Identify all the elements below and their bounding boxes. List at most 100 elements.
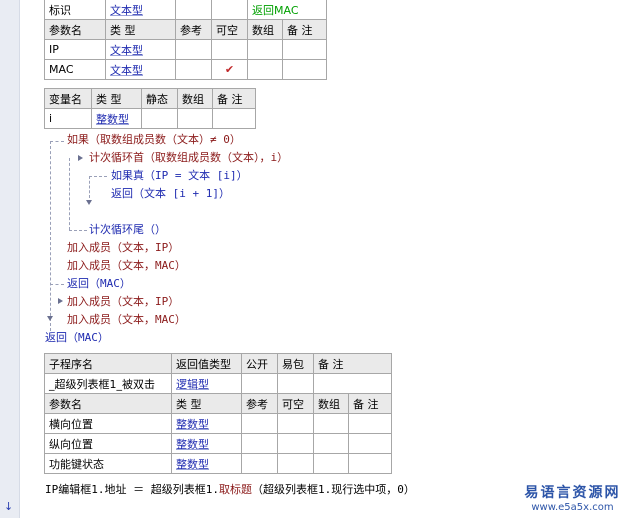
param-type[interactable]: 整数型 xyxy=(171,453,242,474)
code-line-assign[interactable]: IP编辑框1.地址 ＝ 超级列表框1.取标题（超级列表框1.现行选中项，0） xyxy=(45,483,415,497)
flow-guide xyxy=(89,176,107,177)
param-type[interactable]: 文本型 xyxy=(105,59,176,80)
code-line-loop-end[interactable]: 计次循环尾（） xyxy=(89,223,166,237)
var-type[interactable]: 整数型 xyxy=(91,108,142,129)
col-header: 备 注 xyxy=(282,19,327,40)
cell[interactable] xyxy=(241,433,278,454)
param-array[interactable] xyxy=(247,39,283,60)
code-line-return-mac[interactable]: 返回（MAC） xyxy=(45,331,109,345)
col-header: 数组 xyxy=(177,88,213,109)
watermark-url: www.e5a5x.com xyxy=(531,502,614,513)
cell[interactable] xyxy=(175,0,212,20)
param-note[interactable] xyxy=(282,39,327,60)
col-header: 变量名 xyxy=(44,88,92,109)
param-type[interactable]: 整数型 xyxy=(171,413,242,434)
var-note[interactable] xyxy=(212,108,256,129)
sub-note[interactable] xyxy=(313,373,392,394)
col-header: 参数名 xyxy=(44,393,172,414)
watermark-title: 易语言资源网 xyxy=(524,485,621,501)
sub-pkg[interactable] xyxy=(277,373,314,394)
arrow-down-icon xyxy=(47,316,53,321)
flow-guide xyxy=(50,284,64,285)
table-row: i 整数型 xyxy=(44,108,256,129)
sub-return-type[interactable]: 逻辑型 xyxy=(171,373,242,394)
param-type[interactable]: 整数型 xyxy=(171,433,242,454)
table-header-row: 子程序名 返回值类型 公开 易包 备 注 xyxy=(44,353,392,374)
checkmark-icon[interactable]: ✔ xyxy=(211,59,248,80)
code-line-return[interactable]: 返回（文本 [i + 1]） xyxy=(111,187,230,201)
method-args: （超级列表框1.现行选中项，0） xyxy=(251,483,415,496)
code-line-if[interactable]: 如果（取数组成员数（文本）≠ 0） xyxy=(67,133,241,147)
param-array[interactable] xyxy=(247,59,283,80)
param-name[interactable]: 纵向位置 xyxy=(44,433,172,454)
code-line-loop-start[interactable]: 计次循环首（取数组成员数（文本），i） xyxy=(89,151,288,165)
code-line-add-mac[interactable]: 加入成员（文本，MAC） xyxy=(67,313,186,327)
param-name[interactable]: MAC xyxy=(44,59,106,80)
arrow-right-icon xyxy=(58,298,63,304)
cell[interactable] xyxy=(348,413,392,434)
flow-guide-loop xyxy=(69,158,70,230)
col-header: 类 型 xyxy=(105,19,176,40)
col-header: 参数名 xyxy=(44,19,106,40)
param-ref[interactable] xyxy=(175,59,212,80)
col-header: 参考 xyxy=(241,393,278,414)
cell[interactable] xyxy=(277,433,314,454)
sub-name[interactable]: _超级列表框1_被双击 xyxy=(44,373,172,394)
code-line-add-ip[interactable]: 加入成员（文本，IP） xyxy=(67,295,179,309)
cell-type[interactable]: 文本型 xyxy=(105,0,176,20)
table-row: IP 文本型 xyxy=(44,39,327,60)
flow-guide-outer xyxy=(50,141,51,331)
cell[interactable] xyxy=(241,413,278,434)
param-note[interactable] xyxy=(282,59,327,80)
table-header-row: 变量名 类 型 静态 数组 备 注 xyxy=(44,88,256,109)
cell[interactable] xyxy=(241,453,278,474)
cell[interactable] xyxy=(313,453,349,474)
cell[interactable] xyxy=(211,0,248,20)
param-ref[interactable] xyxy=(175,39,212,60)
cell[interactable] xyxy=(313,413,349,434)
sub-public[interactable] xyxy=(241,373,278,394)
table-row: MAC 文本型 ✔ xyxy=(44,59,327,80)
line-gutter: ↓ xyxy=(0,0,20,518)
param-name[interactable]: IP xyxy=(44,39,106,60)
col-header: 子程序名 xyxy=(44,353,172,374)
cell[interactable] xyxy=(313,433,349,454)
table-row: 横向位置 整数型 xyxy=(44,413,392,434)
cell-note[interactable]: 返回MAC xyxy=(247,0,327,20)
arrow-down-icon xyxy=(86,200,92,205)
var-array[interactable] xyxy=(177,108,213,129)
table-row: 标识 文本型 返回MAC xyxy=(44,0,327,20)
params-table-1: 标识 文本型 返回MAC 参数名 类 型 参考 可空 数组 备 注 IP 文本型… xyxy=(44,0,327,80)
code-line-add-ip[interactable]: 加入成员（文本，IP） xyxy=(67,241,179,255)
method-name: 取标题 xyxy=(218,483,252,496)
col-header: 数组 xyxy=(247,19,283,40)
col-header: 备 注 xyxy=(313,353,392,374)
watermark-logo: 易语言资源网 www.e5a5x.com xyxy=(510,482,635,513)
var-name[interactable]: i xyxy=(44,108,92,129)
col-header: 静态 xyxy=(141,88,178,109)
code-line-return-mac[interactable]: 返回（MAC） xyxy=(67,277,131,291)
col-header: 类 型 xyxy=(91,88,142,109)
param-nullable[interactable] xyxy=(211,39,248,60)
subroutine-table: 子程序名 返回值类型 公开 易包 备 注 _超级列表框1_被双击 逻辑型 参数名… xyxy=(44,353,392,474)
cell[interactable] xyxy=(277,453,314,474)
col-header: 可空 xyxy=(277,393,314,414)
table-row: _超级列表框1_被双击 逻辑型 xyxy=(44,373,392,394)
param-name[interactable]: 横向位置 xyxy=(44,413,172,434)
flow-guide xyxy=(50,141,64,142)
var-static[interactable] xyxy=(141,108,178,129)
down-arrow-icon[interactable]: ↓ xyxy=(4,500,13,513)
cell[interactable] xyxy=(348,433,392,454)
cell-label[interactable]: 标识 xyxy=(44,0,106,20)
cell[interactable] xyxy=(277,413,314,434)
param-type[interactable]: 文本型 xyxy=(105,39,176,60)
cell[interactable] xyxy=(348,453,392,474)
param-name[interactable]: 功能键状态 xyxy=(44,453,172,474)
col-header: 公开 xyxy=(241,353,278,374)
col-header: 备 注 xyxy=(212,88,256,109)
code-line-if-true[interactable]: 如果真（IP = 文本 [i]） xyxy=(111,169,248,183)
flow-guide-if xyxy=(89,176,90,198)
code-line-add-mac[interactable]: 加入成员（文本，MAC） xyxy=(67,259,186,273)
variables-table: 变量名 类 型 静态 数组 备 注 i 整数型 xyxy=(44,88,256,129)
table-header-row: 参数名 类 型 参考 可空 数组 备 注 xyxy=(44,393,392,414)
